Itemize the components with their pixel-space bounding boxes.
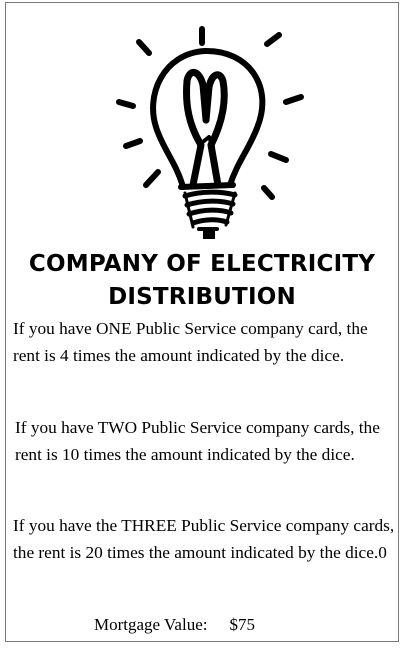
rule-three-cards: If you have the THREE Public Service com… (13, 516, 395, 562)
mortgage-value: $75 (229, 615, 255, 634)
rule-one-card: If you have ONE Public Service company c… (13, 319, 368, 365)
mortgage-value-row: Mortgage Value: $75 (94, 614, 255, 636)
light-bulb-icon (116, 26, 304, 239)
property-card: COMPANY OF ELECTRICITY DISTRIBUTION If y… (5, 2, 399, 642)
rule-two-cards: If you have TWO Public Service company c… (15, 418, 380, 464)
mortgage-label: Mortgage Value: (94, 615, 208, 634)
card-title-line-2: DISTRIBUTION (108, 284, 296, 310)
card-title-line-1: COMPANY OF ELECTRICITY (28, 251, 376, 277)
